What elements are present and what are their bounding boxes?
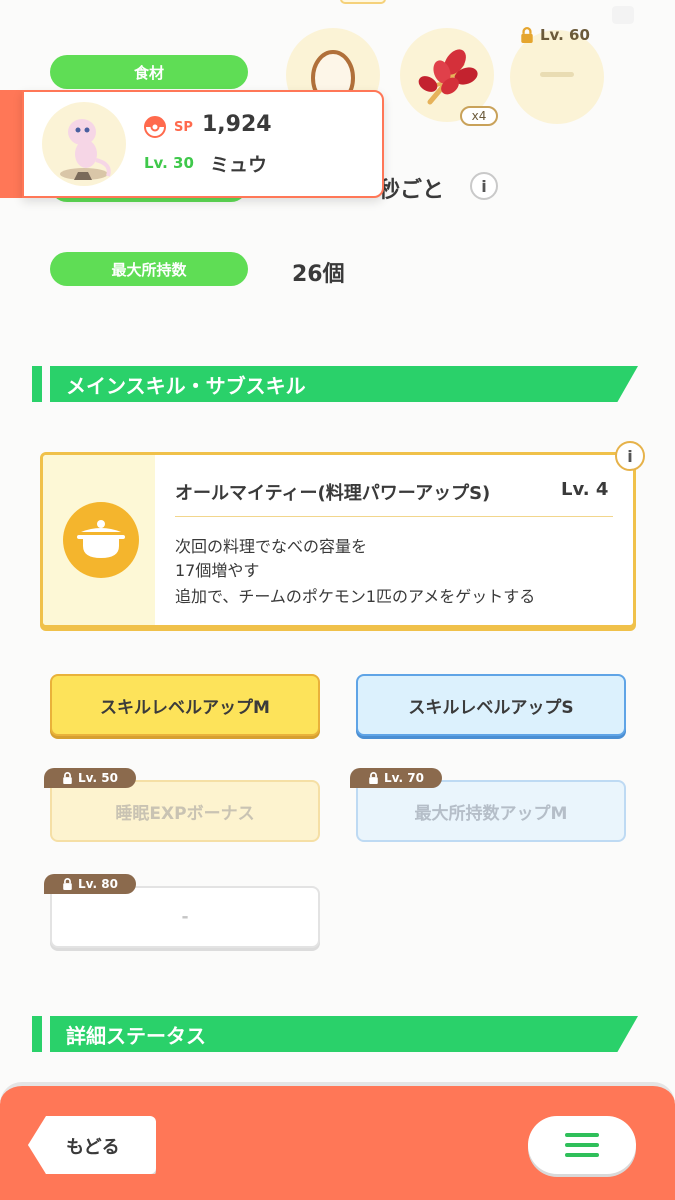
ingredient-slot-2[interactable]: x4 <box>400 28 498 126</box>
main-skill-divider <box>175 516 613 517</box>
subskill-4-lock-level: Lv. 70 <box>384 771 424 785</box>
ingredient-slot-3-locked <box>510 30 604 124</box>
skills-section-title: メインスキル・サブスキル <box>50 366 638 402</box>
mew-icon <box>60 119 111 180</box>
skills-section-header: メインスキル・サブスキル <box>32 366 638 402</box>
main-skill-card[interactable]: オールマイティー(料理パワーアップS) Lv. 4 次回の料理でなべの容量を 1… <box>40 452 636 628</box>
pokemon-avatar <box>42 102 126 186</box>
back-button-label: もどる <box>66 1137 120 1158</box>
lock-icon <box>521 27 533 43</box>
lock-icon <box>63 772 72 784</box>
ingredient-slot-3-lock-level: Lv. 60 <box>540 26 590 44</box>
max-carry-label: 最大所持数 <box>50 252 248 286</box>
pot-icon <box>77 520 125 558</box>
ingredients-label: 食材 <box>50 55 248 89</box>
hamburger-menu-icon <box>565 1133 599 1157</box>
subskill-button-1[interactable]: スキルレベルアップM <box>50 674 320 736</box>
main-skill-info-icon[interactable]: i <box>615 441 645 471</box>
section-tab-accent <box>32 366 42 402</box>
max-carry-value: 26個 <box>292 262 345 287</box>
main-skill-desc-line2: 17個増やす <box>175 561 260 580</box>
subskill-button-2[interactable]: スキルレベルアップS <box>356 674 626 736</box>
pokeball-icon <box>144 116 166 138</box>
ingredient-slot-3-lock-tag: Lv. 60 <box>520 26 590 44</box>
main-skill-icon-circle <box>63 502 139 578</box>
sp-value: 1,924 <box>202 112 272 137</box>
lock-icon <box>369 772 378 784</box>
frequency-info-icon[interactable]: i <box>470 172 498 200</box>
pokemon-popup-card[interactable]: SP 1,924 Lv. 30 ミュウ <box>0 90 384 198</box>
details-section-title: 詳細ステータス <box>50 1016 638 1052</box>
subskill-button-4-locked[interactable]: 最大所持数アップM <box>356 780 626 842</box>
details-section-header: 詳細ステータス <box>32 1016 638 1052</box>
pokemon-name: ミュウ <box>210 154 268 176</box>
subskill-button-3-locked[interactable]: 睡眠EXPボーナス <box>50 780 320 842</box>
subskill-3-lock-tag: Lv. 50 <box>44 768 136 788</box>
pokemon-level: Lv. 30 <box>144 154 194 172</box>
frequency-value-suffix: 秒ごと <box>378 178 445 203</box>
main-skill-desc-line1: 次回の料理でなべの容量を <box>175 537 368 556</box>
ingredient-count-badge: x4 <box>460 106 498 126</box>
subskill-4-lock-tag: Lv. 70 <box>350 768 442 788</box>
subskill-5-lock-level: Lv. 80 <box>78 877 118 891</box>
subskill-3-lock-level: Lv. 50 <box>78 771 118 785</box>
sp-label: SP <box>174 120 193 135</box>
main-skill-level: Lv. 4 <box>561 479 609 500</box>
back-button[interactable]: もどる <box>28 1116 156 1174</box>
lock-icon <box>63 878 72 890</box>
main-skill-name: オールマイティー(料理パワーアップS) <box>175 483 491 504</box>
menu-button[interactable] <box>528 1116 636 1174</box>
subskill-5-lock-tag: Lv. 80 <box>44 874 136 894</box>
section-tab-accent <box>32 1016 42 1052</box>
main-skill-desc-line3: 追加で、チームのポケモン1匹のアメをゲットする <box>175 587 536 606</box>
subskill-button-5-locked[interactable]: - <box>50 886 320 948</box>
ingredient-slot-dash <box>540 72 574 77</box>
